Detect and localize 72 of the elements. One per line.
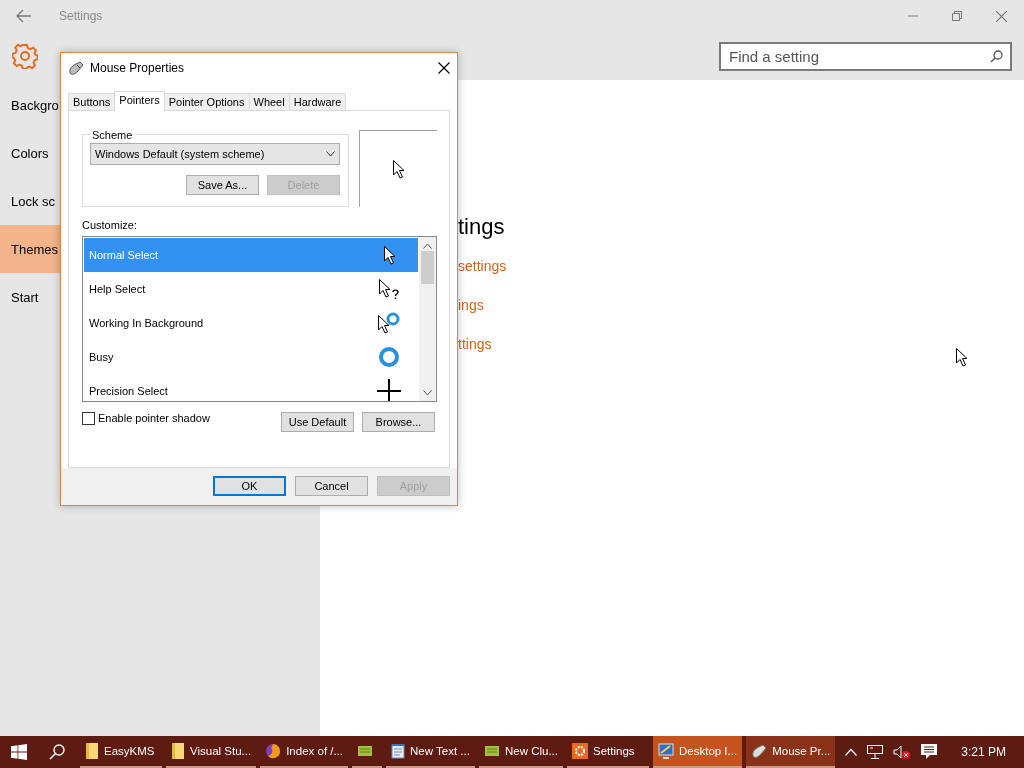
nav-item[interactable]: Start bbox=[0, 273, 39, 321]
taskbar-button[interactable]: Desktop I... bbox=[653, 736, 743, 768]
taskbar-button[interactable]: Mouse Pr... bbox=[746, 736, 836, 768]
dialog-button[interactable]: Save As... bbox=[186, 174, 259, 195]
search-icon bbox=[990, 49, 1003, 63]
app-icon bbox=[357, 745, 374, 757]
clock[interactable]: 3:21 PM bbox=[961, 745, 1006, 759]
app-icon bbox=[483, 745, 500, 757]
nav-item[interactable]: Themes bbox=[0, 225, 60, 273]
taskbar-button[interactable]: Settings bbox=[567, 736, 649, 768]
restore-icon[interactable] bbox=[952, 10, 962, 21]
checkbox[interactable] bbox=[82, 411, 95, 425]
dialog-button[interactable]: Browse... bbox=[362, 411, 435, 432]
gear-icon bbox=[12, 43, 38, 69]
nav-item[interactable]: Backgro bbox=[0, 81, 59, 129]
tab[interactable]: Hardware bbox=[288, 92, 347, 110]
group-label: Scheme bbox=[91, 128, 134, 141]
window-title: Settings bbox=[59, 9, 103, 23]
pointer-list-item[interactable]: Busy bbox=[84, 339, 418, 374]
gear-icon bbox=[572, 743, 588, 759]
nav-item[interactable]: Colors bbox=[0, 129, 49, 177]
chevron-down-icon bbox=[326, 150, 335, 157]
working-pointer-icon bbox=[377, 311, 401, 334]
customize-label: Customize: bbox=[82, 218, 138, 231]
monitor-icon bbox=[658, 743, 674, 759]
settings-link[interactable]: ttings bbox=[458, 336, 492, 352]
taskbar-button[interactable]: New Clu... bbox=[478, 736, 563, 768]
tab[interactable]: Buttons bbox=[68, 92, 116, 110]
help-pointer-icon bbox=[378, 277, 400, 300]
dialog-title: Mouse Properties bbox=[90, 61, 186, 76]
settings-link[interactable]: settings bbox=[458, 258, 507, 274]
pointer-list-item[interactable]: Working In Background bbox=[84, 305, 418, 340]
scroll-down-icon[interactable] bbox=[423, 389, 432, 396]
arrow-pointer-icon bbox=[392, 158, 405, 179]
chevron-up-icon[interactable] bbox=[845, 748, 858, 756]
dialog-button[interactable]: OK bbox=[213, 476, 286, 497]
busy-spinner-icon bbox=[378, 345, 400, 368]
scrollbar-thumb[interactable] bbox=[421, 250, 434, 284]
back-arrow-icon[interactable] bbox=[16, 9, 32, 23]
network-icon[interactable] bbox=[867, 745, 884, 759]
crosshair-icon bbox=[376, 377, 402, 401]
search-icon[interactable] bbox=[49, 744, 65, 760]
mouse-icon bbox=[68, 61, 84, 76]
tab[interactable]: Pointers bbox=[114, 90, 165, 111]
taskbar-button[interactable]: Index of /... bbox=[260, 736, 349, 768]
close-icon[interactable] bbox=[438, 62, 450, 75]
tab[interactable]: Pointer Options bbox=[163, 92, 250, 110]
section-heading: tings bbox=[458, 214, 505, 240]
folder-icon bbox=[171, 742, 185, 760]
windows-start-icon[interactable] bbox=[11, 744, 27, 760]
search-field[interactable]: Find a setting bbox=[719, 41, 1012, 71]
notification-icon[interactable] bbox=[921, 744, 938, 760]
scroll-up-icon[interactable] bbox=[423, 242, 432, 249]
mouse-icon bbox=[751, 744, 768, 758]
tab[interactable]: Wheel bbox=[248, 92, 290, 110]
taskbar-button[interactable]: Visual Stu... bbox=[166, 736, 257, 768]
taskbar-button[interactable]: New Text ... bbox=[386, 736, 475, 768]
scheme-dropdown[interactable]: Windows Default (system scheme) bbox=[90, 142, 340, 165]
arrow-pointer-icon bbox=[382, 244, 396, 265]
taskbar-button[interactable]: EasyKMS bbox=[80, 736, 162, 768]
pointer-list-item[interactable]: Help Select bbox=[84, 271, 418, 306]
settings-link[interactable]: ings bbox=[458, 297, 484, 313]
notepad-icon bbox=[391, 743, 406, 759]
folder-icon bbox=[85, 742, 99, 760]
browser-icon bbox=[265, 743, 282, 759]
muted-speaker-icon[interactable] bbox=[893, 745, 912, 759]
pointer-list-item[interactable]: Precision Select bbox=[84, 373, 418, 401]
checkbox-label[interactable]: Enable pointer shadow bbox=[98, 412, 210, 425]
dialog-button[interactable]: Cancel bbox=[295, 476, 368, 497]
mouse-pointer-icon bbox=[955, 347, 968, 367]
nav-item[interactable]: Lock sc bbox=[0, 177, 56, 225]
dialog-button[interactable]: Use Default bbox=[281, 411, 354, 432]
